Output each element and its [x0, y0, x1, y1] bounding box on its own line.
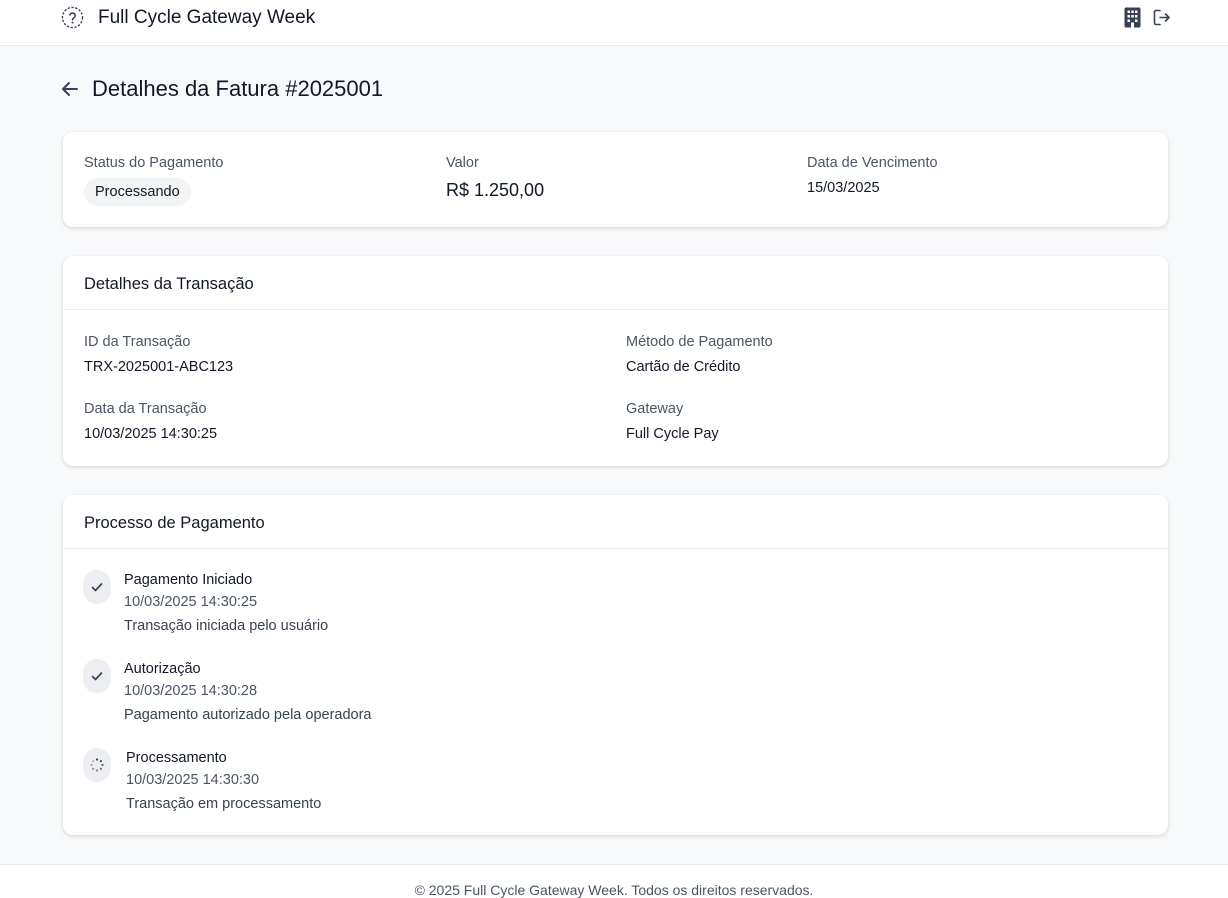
step-time: 10/03/2025 14:30:25: [124, 594, 258, 610]
due-date-label: Data de Vencimento: [807, 155, 938, 171]
divider: [63, 548, 1168, 549]
step-time: 10/03/2025 14:30:30: [126, 772, 260, 788]
step-title: Autorização: [124, 661, 201, 677]
payment-process-card: Processo de Pagamento Pagamento Iniciado…: [63, 495, 1168, 835]
status-label: Status do Pagamento: [84, 155, 224, 171]
top-bar: Full Cycle Gateway Week: [0, 0, 1228, 46]
transaction-id-value: TRX-2025001-ABC123: [84, 359, 234, 375]
page-title: Detalhes da Fatura #2025001: [92, 76, 384, 101]
step-status-badge: [83, 748, 111, 782]
footer: © 2025 Full Cycle Gateway Week. Todos os…: [0, 864, 1228, 898]
step-description: Pagamento autorizado pela operadora: [124, 707, 372, 723]
gateway-value: Full Cycle Pay: [626, 426, 719, 442]
step-title: Processamento: [126, 750, 227, 766]
status-badge: Processando: [84, 178, 191, 206]
divider: [63, 309, 1168, 310]
building-icon[interactable]: [1124, 7, 1141, 28]
check-icon: [91, 672, 103, 681]
invoice-summary-card: Status do Pagamento Processando Valor R$…: [63, 132, 1168, 227]
amount-label: Valor: [446, 155, 479, 171]
payment-method-label: Método de Pagamento: [626, 334, 773, 350]
payment-method-value: Cartão de Crédito: [626, 359, 741, 375]
check-icon: [91, 583, 103, 592]
help-circle-icon: [61, 6, 84, 29]
logout-icon[interactable]: [1153, 9, 1171, 26]
step-time: 10/03/2025 14:30:28: [124, 683, 258, 699]
app-title: Full Cycle Gateway Week: [98, 7, 316, 28]
arrow-left-icon[interactable]: [60, 79, 80, 99]
footer-copyright: © 2025 Full Cycle Gateway Week. Todos os…: [414, 882, 814, 898]
transaction-date-value: 10/03/2025 14:30:25: [84, 426, 218, 442]
step-status-badge: [83, 570, 111, 604]
step-description: Transação em processamento: [126, 796, 322, 812]
step-status-badge: [83, 659, 111, 693]
transaction-card-title: Detalhes da Transação: [84, 275, 254, 293]
spinner-icon: [90, 758, 104, 772]
transaction-date-label: Data da Transação: [84, 401, 207, 417]
transaction-details-card: Detalhes da Transação ID da Transação TR…: [63, 256, 1168, 466]
step-title: Pagamento Iniciado: [124, 572, 253, 588]
step-description: Transação iniciada pelo usuário: [124, 618, 329, 634]
gateway-label: Gateway: [626, 401, 684, 417]
amount-value: R$ 1.250,00: [446, 180, 545, 200]
process-card-title: Processo de Pagamento: [84, 514, 265, 532]
due-date-value: 15/03/2025: [807, 180, 880, 196]
transaction-id-label: ID da Transação: [84, 334, 191, 350]
